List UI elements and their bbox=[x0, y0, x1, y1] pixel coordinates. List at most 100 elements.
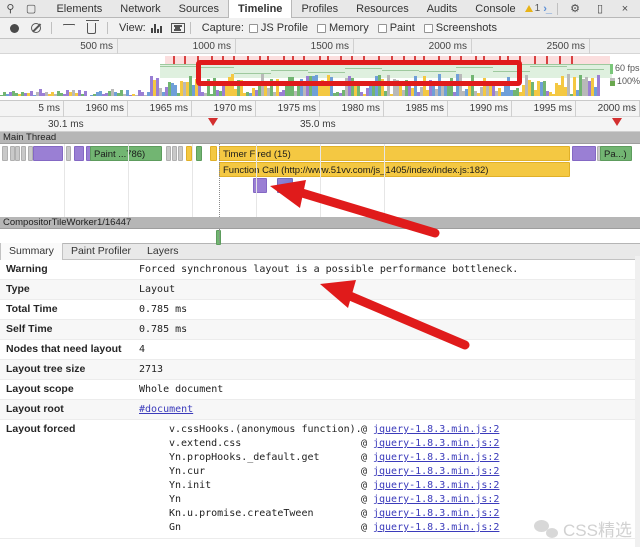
capture-js-profile[interactable]: JS Profile bbox=[248, 22, 308, 34]
stack-frame-function: Kn.u.promise.createTween bbox=[169, 508, 314, 519]
event-block-9[interactable] bbox=[166, 146, 171, 161]
event-block-2[interactable] bbox=[15, 146, 20, 161]
event-block-6[interactable] bbox=[66, 146, 71, 161]
summary-key: Layout root bbox=[6, 403, 64, 415]
summary-value: Whole document bbox=[139, 384, 224, 395]
checkbox-paint[interactable] bbox=[377, 23, 387, 33]
event-block-4[interactable] bbox=[28, 146, 33, 161]
ruler-tick-1: 1960 ms bbox=[64, 101, 128, 117]
capture-paint-label: Paint bbox=[389, 22, 415, 34]
flame-gridline bbox=[384, 144, 385, 217]
checkbox-js-profile[interactable] bbox=[248, 23, 258, 33]
event-block-11[interactable] bbox=[178, 146, 183, 161]
record-icon[interactable] bbox=[10, 23, 19, 33]
event-block-5[interactable] bbox=[33, 146, 63, 161]
event-block-14[interactable] bbox=[210, 146, 217, 161]
filter-icon[interactable] bbox=[63, 24, 73, 32]
console-drawer-icon[interactable]: ›_ bbox=[543, 3, 552, 15]
panel-tabs: Elements Network Sources Timeline Profil… bbox=[47, 0, 524, 18]
ruler-tick-9: 2000 ms bbox=[576, 101, 640, 117]
marker-triangle-1[interactable] bbox=[612, 118, 622, 126]
event-block-1[interactable] bbox=[10, 146, 15, 161]
view-label: View: bbox=[119, 22, 146, 34]
tab-timeline[interactable]: Timeline bbox=[228, 0, 293, 18]
tab-audits[interactable]: Audits bbox=[418, 0, 467, 18]
stack-frame-link[interactable]: jquery-1.8.3.min.js:2 bbox=[373, 507, 499, 521]
stack-frame-link[interactable]: jquery-1.8.3.min.js:2 bbox=[373, 423, 499, 437]
tab-paint-profiler[interactable]: Paint Profiler bbox=[63, 243, 139, 260]
capture-memory[interactable]: Memory bbox=[316, 22, 369, 34]
compositor-flamechart[interactable] bbox=[0, 229, 640, 245]
wechat-icon bbox=[534, 519, 559, 538]
event-block-3[interactable] bbox=[21, 146, 26, 161]
tab-console[interactable]: Console bbox=[466, 0, 524, 18]
tab-sources[interactable]: Sources bbox=[170, 0, 228, 18]
bar-chart-view-icon[interactable] bbox=[150, 23, 162, 33]
timeline-playhead bbox=[219, 144, 220, 217]
track-header-compositor[interactable]: CompositorTileWorker1/16447 bbox=[0, 217, 640, 229]
stack-frame-at: @ bbox=[361, 494, 368, 505]
fps-scale-icon bbox=[610, 63, 613, 74]
checkbox-memory[interactable] bbox=[316, 23, 326, 33]
stack-frame-at: @ bbox=[361, 480, 368, 491]
event-block-13[interactable] bbox=[196, 146, 202, 161]
capture-label: Capture: bbox=[201, 22, 244, 34]
tab-layers[interactable]: Layers bbox=[139, 243, 187, 260]
event-block-7[interactable] bbox=[74, 146, 84, 161]
timeline-overview[interactable]: 500 ms 1000 ms 1500 ms 2000 ms 2500 ms 6… bbox=[0, 39, 640, 101]
event-block-10[interactable] bbox=[172, 146, 177, 161]
timeline-ruler: 5 ms 1960 ms 1965 ms 1970 ms 1975 ms 1980 ms 1… bbox=[0, 101, 640, 117]
flame-chart-view-icon[interactable] bbox=[170, 23, 185, 33]
tab-network[interactable]: Network bbox=[111, 0, 169, 18]
event-block-0[interactable] bbox=[2, 146, 8, 161]
trash-icon[interactable] bbox=[86, 19, 99, 34]
overview-scale-labels: 60 fps 100% bbox=[610, 62, 640, 88]
checkbox-screenshots[interactable] bbox=[423, 23, 433, 33]
summary-value: Forced synchronous layout is a possible … bbox=[139, 264, 519, 275]
tab-elements[interactable]: Elements bbox=[47, 0, 111, 18]
dock-icon[interactable]: ▯ bbox=[589, 0, 611, 18]
frames-strip bbox=[165, 56, 610, 64]
stack-frame-link[interactable]: jquery-1.8.3.min.js:2 bbox=[373, 479, 499, 493]
event-block-15[interactable] bbox=[572, 146, 596, 161]
summary-value[interactable]: #document bbox=[135, 400, 640, 419]
cpu-scale-icon bbox=[610, 77, 615, 86]
gear-icon[interactable]: ⚙ bbox=[564, 0, 586, 18]
ruler-tick-2: 1965 ms bbox=[128, 101, 192, 117]
tab-summary[interactable]: Summary bbox=[0, 243, 63, 260]
event-paint-1[interactable]: Paint ...786) bbox=[90, 146, 162, 161]
devtools-window: ⚲ ▢ Elements Network Sources Timeline Pr… bbox=[0, 0, 640, 547]
close-icon[interactable]: × bbox=[614, 0, 636, 18]
marker-label-1: 35.0 ms bbox=[300, 119, 336, 130]
warning-count-label: 1 bbox=[534, 3, 541, 14]
main-thread-flamechart[interactable]: Paint ...786) Timer Fired (15) Function … bbox=[0, 144, 640, 217]
event-layout-small-2[interactable] bbox=[277, 178, 293, 193]
capture-paint[interactable]: Paint bbox=[377, 22, 415, 34]
marker-triangle-0[interactable] bbox=[208, 118, 218, 126]
stack-frame-at: @ bbox=[361, 438, 368, 449]
inspect-icon[interactable]: ⚲ bbox=[0, 0, 21, 18]
fps-label: 60 fps bbox=[615, 63, 640, 73]
clear-icon[interactable] bbox=[31, 23, 41, 33]
stack-frame-link[interactable]: jquery-1.8.3.min.js:2 bbox=[373, 451, 499, 465]
tab-resources[interactable]: Resources bbox=[347, 0, 418, 18]
summary-value: 4 bbox=[139, 344, 146, 355]
event-function-call[interactable]: Function Call (http://www.51vv.com/js_14… bbox=[219, 162, 570, 177]
detail-scrollbar[interactable] bbox=[635, 256, 640, 547]
event-paint-2[interactable]: Pa...) bbox=[600, 146, 632, 161]
warning-count-badge[interactable]: 1 bbox=[524, 3, 541, 14]
stack-frame-link[interactable]: jquery-1.8.3.min.js:2 bbox=[373, 437, 499, 451]
timeline-toolbar: View: Capture: JS Profile Memory Paint S… bbox=[0, 18, 640, 39]
tab-profiles[interactable]: Profiles bbox=[292, 0, 347, 18]
stack-frame-link[interactable]: jquery-1.8.3.min.js:2 bbox=[373, 521, 499, 535]
event-timer-fired[interactable]: Timer Fired (15) bbox=[219, 146, 570, 161]
summary-row: Total Time 0.785 ms bbox=[0, 300, 640, 320]
stack-frame-link[interactable]: jquery-1.8.3.min.js:2 bbox=[373, 465, 499, 479]
stack-frame-link[interactable]: jquery-1.8.3.min.js:2 bbox=[373, 493, 499, 507]
capture-screenshots[interactable]: Screenshots bbox=[423, 22, 497, 34]
track-header-main-thread[interactable]: Main Thread bbox=[0, 132, 640, 144]
capture-js-profile-label: JS Profile bbox=[260, 22, 308, 34]
device-toggle-icon[interactable]: ▢ bbox=[21, 0, 42, 18]
summary-row: Nodes that need layout 4 bbox=[0, 340, 640, 360]
layout-root-link[interactable]: #document bbox=[139, 404, 193, 415]
